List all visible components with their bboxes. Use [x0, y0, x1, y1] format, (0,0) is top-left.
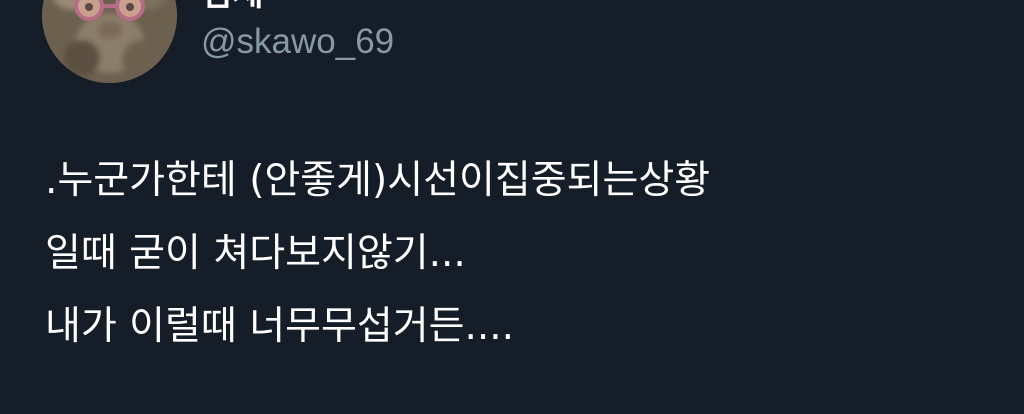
profile-photo-icon: [42, 0, 177, 83]
user-handle[interactable]: @skawo_69: [201, 22, 394, 62]
tweet: 김세 @skawo_69 .누군가한테 (안좋게)시선이집중되는상황 일때 굳이…: [0, 0, 1024, 414]
avatar[interactable]: [42, 0, 177, 83]
tweet-text: .누군가한테 (안좋게)시선이집중되는상황 일때 굳이 쳐다보지않기... 내가…: [45, 144, 1005, 363]
tweet-text-line: 일때 굳이 쳐다보지않기...: [45, 231, 466, 276]
tweet-text-line: 내가 이럴때 너무무섭거든....: [45, 304, 515, 349]
tweet-text-line: .누군가한테 (안좋게)시선이집중되는상황: [45, 158, 711, 203]
display-name[interactable]: 김세: [201, 0, 264, 14]
